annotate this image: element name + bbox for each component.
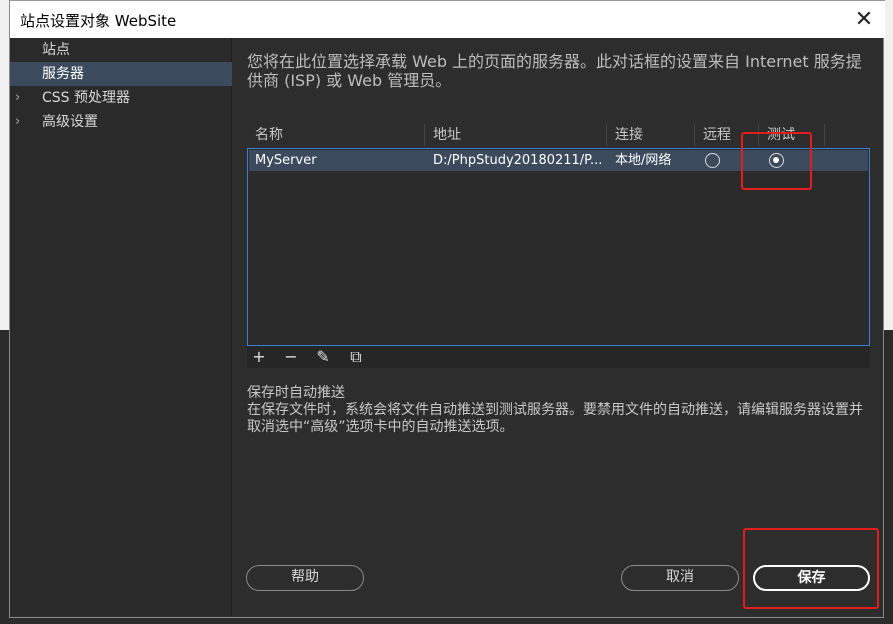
column-header-test[interactable]: 测试: [759, 124, 825, 146]
column-header-address[interactable]: 地址: [425, 124, 607, 146]
sidebar-item-css-preprocessors[interactable]: › CSS 预处理器: [10, 86, 232, 110]
chevron-right-icon[interactable]: ›: [15, 110, 20, 134]
test-radio[interactable]: [769, 153, 784, 168]
column-header-remote[interactable]: 远程: [695, 124, 759, 146]
sidebar-item-advanced-settings[interactable]: › 高级设置: [10, 110, 232, 134]
save-button[interactable]: 保存: [753, 565, 870, 591]
servers-description: 您将在此位置选择承载 Web 上的页面的服务器。此对话框的设置来自 Intern…: [247, 52, 862, 90]
column-header-connection[interactable]: 连接: [607, 124, 695, 146]
help-button[interactable]: 帮助: [246, 565, 364, 591]
duplicate-icon[interactable]: ⧉: [344, 346, 368, 368]
auto-push-description: 在保存文件时，系统会将文件自动推送到测试服务器。要禁用文件的自动推送，请编辑服务…: [247, 402, 863, 435]
table-row[interactable]: MyServer D:/PhpStudy20180211/P... 本地/网络: [249, 150, 868, 171]
cancel-button[interactable]: 取消: [621, 565, 739, 591]
server-connection: 本地/网络: [615, 153, 672, 168]
sidebar-item-label: CSS 预处理器: [42, 90, 130, 106]
settings-sidebar: 站点 服务器 › CSS 预处理器 › 高级设置: [10, 38, 232, 616]
server-table-header: 名称 地址 连接 远程 测试: [247, 124, 870, 146]
pencil-icon[interactable]: ✎: [311, 346, 335, 368]
close-icon[interactable]: ✕: [849, 5, 879, 35]
plus-icon[interactable]: +: [247, 346, 271, 368]
auto-push-title: 保存时自动推送: [247, 385, 345, 401]
sidebar-item-label: 服务器: [42, 66, 84, 82]
server-toolbar: + − ✎ ⧉: [247, 346, 870, 368]
sidebar-item-servers[interactable]: 服务器: [10, 62, 232, 86]
remote-radio[interactable]: [705, 153, 720, 168]
server-address: D:/PhpStudy20180211/P...: [433, 153, 603, 168]
dialog-titlebar: 站点设置对象 WebSite ✕: [10, 0, 885, 38]
column-header-name[interactable]: 名称: [247, 124, 425, 146]
dialog-title: 站点设置对象 WebSite: [20, 12, 177, 30]
sidebar-item-label: 高级设置: [42, 114, 98, 130]
server-table: MyServer D:/PhpStudy20180211/P... 本地/网络: [247, 148, 870, 346]
server-name: MyServer: [255, 153, 317, 168]
chevron-right-icon[interactable]: ›: [15, 86, 20, 110]
servers-panel: 您将在此位置选择承载 Web 上的页面的服务器。此对话框的设置来自 Intern…: [233, 38, 885, 616]
site-setup-dialog: 站点设置对象 WebSite ✕ 站点 服务器 › CSS 预处理器 › 高级设…: [9, 0, 885, 618]
minus-icon[interactable]: −: [279, 346, 303, 368]
sidebar-item-label: 站点: [42, 42, 70, 58]
sidebar-item-site[interactable]: 站点: [10, 38, 232, 62]
